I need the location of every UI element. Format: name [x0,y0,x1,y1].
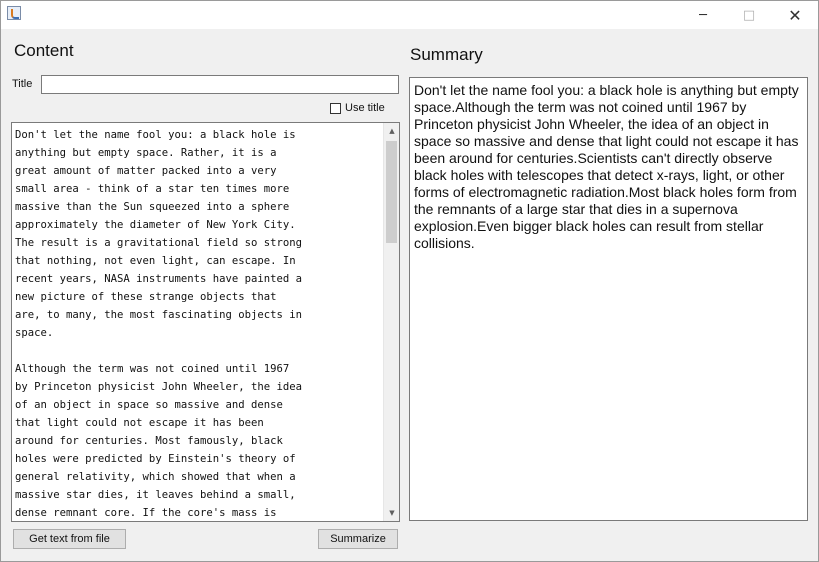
get-text-from-file-button[interactable]: Get text from file [13,529,126,549]
java-app-icon [7,6,21,20]
scroll-down-arrow-icon[interactable]: ▼ [384,505,399,521]
use-title-checkbox[interactable]: Use title [330,101,385,115]
scroll-up-arrow-icon[interactable]: ▲ [384,123,399,139]
use-title-label: Use title [345,102,385,114]
content-text[interactable]: Don't let the name fool you: a black hol… [15,126,381,521]
scroll-thumb[interactable] [386,141,397,243]
title-label: Title [12,78,33,90]
close-button[interactable]: ✕ [772,1,818,29]
app-window: ─ □ ✕ Content Title Use title Don't let … [0,0,819,562]
content-scrollbar[interactable]: ▲ ▼ [383,123,399,521]
minimize-button[interactable]: ─ [680,1,726,29]
title-input[interactable] [41,75,399,94]
content-heading: Content [14,41,74,60]
summary-heading: Summary [410,45,483,64]
summary-textarea[interactable]: Don't let the name fool you: a black hol… [409,77,808,521]
summary-text[interactable]: Don't let the name fool you: a black hol… [414,82,802,252]
content-textarea[interactable]: Don't let the name fool you: a black hol… [11,122,400,522]
maximize-button[interactable]: □ [726,1,772,29]
summarize-button[interactable]: Summarize [318,529,398,549]
title-bar: ─ □ ✕ [1,1,818,29]
checkbox-box[interactable] [330,102,341,114]
